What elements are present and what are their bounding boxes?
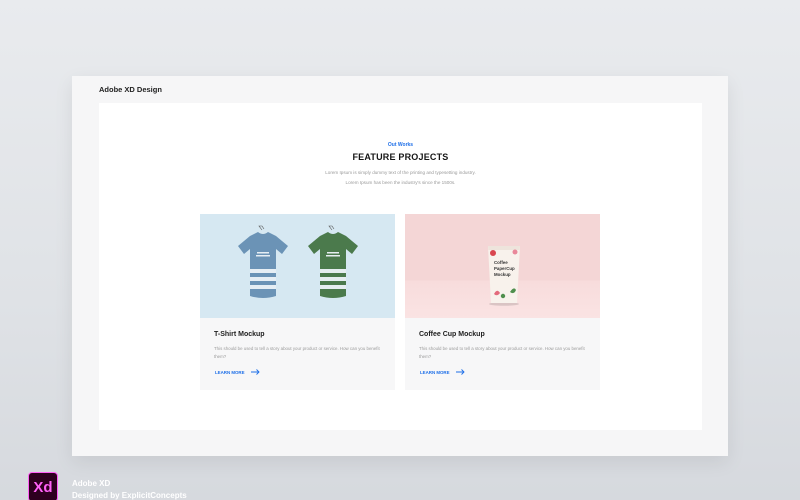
card-title: T-Shirt Mockup	[214, 331, 265, 338]
arrow-right-icon	[455, 369, 465, 375]
section-subtitle-line2: Lorem Ipsum has been the industry's sinc…	[345, 180, 456, 185]
project-card-tshirt: T-Shirt Mockup This should be used to te…	[200, 214, 395, 390]
t-shirt-mockup-image	[200, 214, 395, 318]
cup-label-line3: Mockup	[494, 272, 511, 277]
section-eyebrow: Out Works	[387, 142, 414, 148]
card-title: Coffee Cup Mockup	[419, 331, 485, 338]
card-description: This should be used to tell a story abou…	[214, 346, 380, 359]
learn-more-link[interactable]: LEARN MORE	[420, 369, 465, 375]
arrow-right-icon	[250, 369, 260, 375]
artboard: Adobe XD Design Out Works FEATURE PROJEC…	[72, 76, 728, 456]
learn-more-link[interactable]: LEARN MORE	[215, 369, 260, 375]
cup-label-line2: PaperCup	[494, 266, 515, 271]
card-description: This should be used to tell a story abou…	[419, 346, 585, 359]
cup-label-line1: Coffee	[494, 260, 508, 265]
section-subtitle-line1: Lorem Ipsum is simply dummy text of the …	[325, 170, 476, 175]
project-card-coffee-cup: Coffee PaperCup Mockup Coffee Cup Mockup…	[405, 214, 600, 390]
section-heading: FEATURE PROJECTS	[352, 152, 449, 162]
blue-shirt-icon	[238, 225, 288, 298]
footer-credit: Designed by ExplicitConcepts	[72, 491, 187, 500]
footer-app-name: Adobe XD	[72, 479, 111, 488]
feature-projects-section: Out Works FEATURE PROJECTS Lorem Ipsum i…	[99, 103, 702, 430]
learn-more-label: LEARN MORE	[420, 369, 450, 375]
adobe-xd-logo: Xd	[28, 472, 58, 500]
coffee-cup-mockup-image: Coffee PaperCup Mockup	[405, 214, 600, 318]
artboard-title: Adobe XD Design	[99, 85, 162, 94]
learn-more-label: LEARN MORE	[215, 369, 245, 375]
green-shirt-icon	[308, 225, 358, 298]
